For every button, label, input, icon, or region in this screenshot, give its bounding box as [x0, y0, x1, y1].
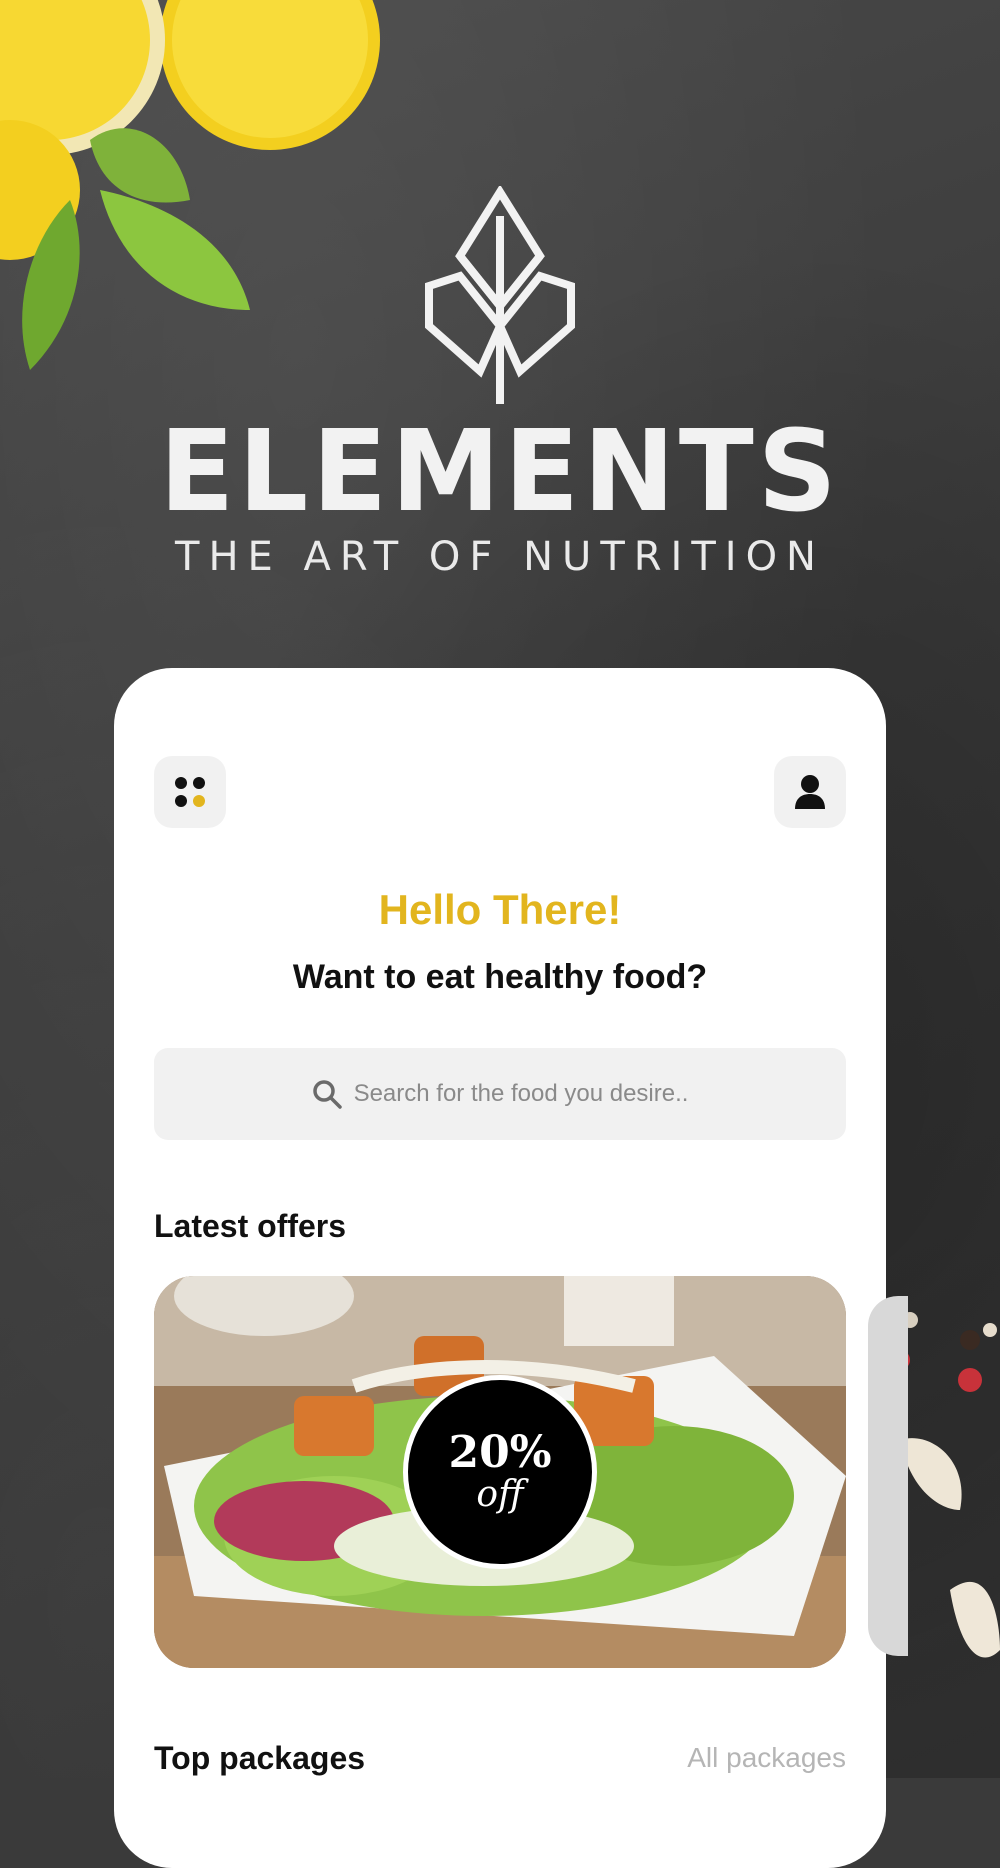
greeting-title: Hello There!: [378, 886, 622, 933]
discount-value: 20%: [448, 1427, 552, 1478]
discount-unit: off: [476, 1474, 524, 1516]
brand-wordmark: ELEMENTS: [159, 407, 841, 537]
user-icon: [795, 775, 825, 809]
menu-button[interactable]: [154, 756, 226, 828]
brand-logo: ELEMENTS THE ART OF NUTRITION: [0, 186, 1000, 580]
all-packages-link[interactable]: All packages: [687, 1742, 846, 1774]
brand-tagline: THE ART OF NUTRITION: [175, 534, 825, 580]
search-input[interactable]: Search for the food you desire..: [154, 1048, 846, 1140]
next-offer-card-peek[interactable]: [868, 1296, 908, 1656]
discount-badge: 20% off: [403, 1375, 597, 1569]
greeting-subtitle: Want to eat healthy food?: [292, 958, 708, 996]
dots-grid-icon: [175, 777, 205, 807]
search-placeholder: Search for the food you desire..: [353, 1080, 689, 1107]
offer-card[interactable]: 20% off: [154, 1276, 846, 1668]
profile-button[interactable]: [774, 756, 846, 828]
top-packages-title: Top packages: [154, 1740, 366, 1776]
leaf-logo-icon: [425, 186, 575, 404]
app-card: Hello There! Want to eat healthy food? S…: [114, 668, 908, 1868]
latest-offers-title: Latest offers: [154, 1208, 347, 1244]
search-icon: [312, 1080, 342, 1109]
